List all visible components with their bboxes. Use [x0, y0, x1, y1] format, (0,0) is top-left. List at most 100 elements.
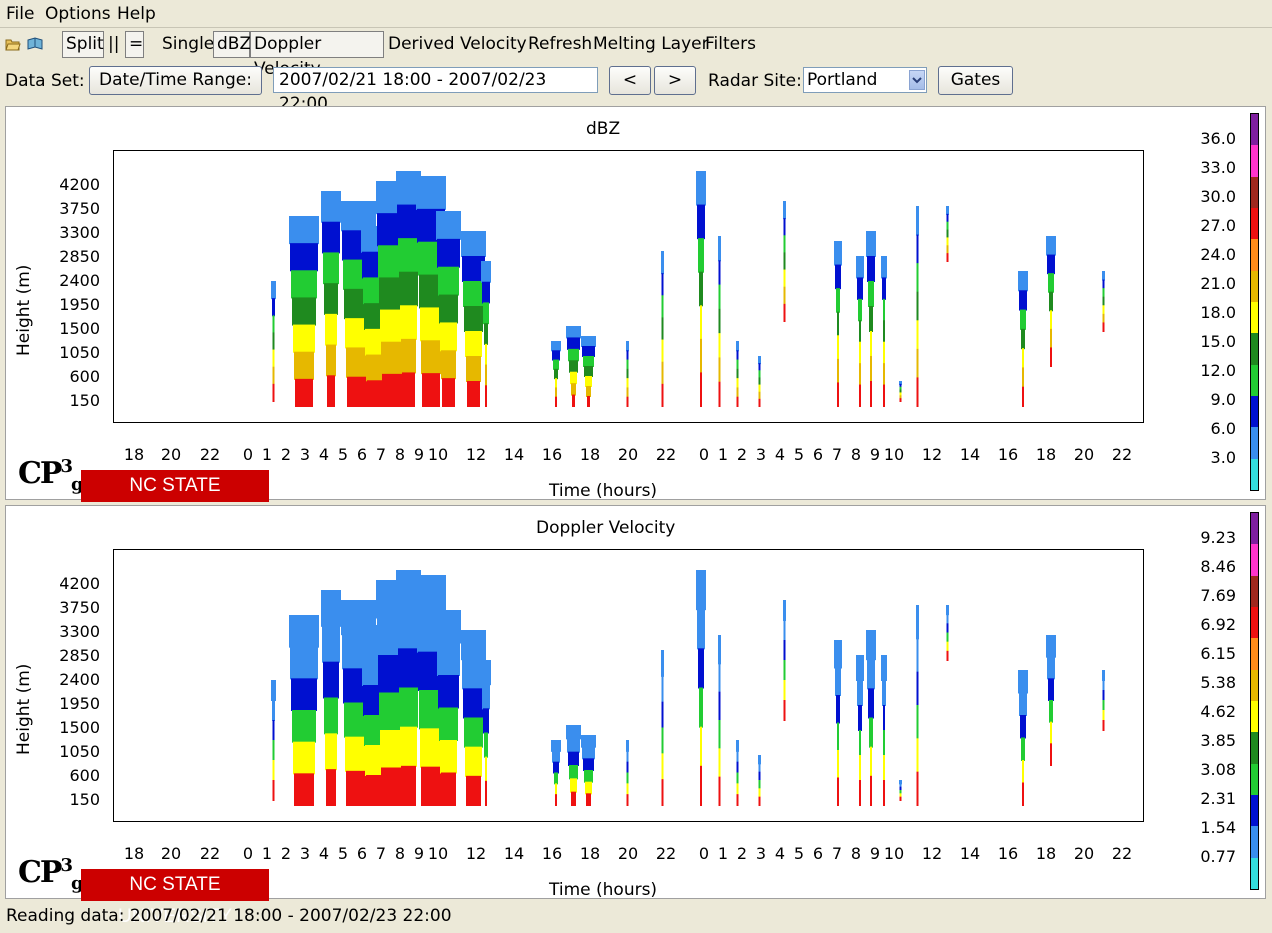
radar-return [422, 373, 440, 407]
radar-return [883, 341, 885, 365]
radar-return [1102, 670, 1105, 681]
vertical-split-button[interactable]: || [108, 34, 119, 54]
menu-help[interactable]: Help [117, 4, 156, 24]
radar-return [718, 748, 721, 778]
menu-file[interactable]: File [6, 4, 34, 24]
derived-velocity-button[interactable]: Derived Velocity [388, 34, 527, 54]
radar-return [325, 733, 337, 771]
radar-return [859, 341, 861, 365]
doppler-velocity-button[interactable]: Doppler Velocity [250, 31, 384, 79]
radar-return [859, 320, 861, 343]
legend-label: 0.77 [1200, 847, 1236, 866]
radar-return [272, 780, 275, 801]
radar-return [402, 372, 415, 407]
single-button[interactable]: Single [162, 34, 214, 54]
radar-return [436, 211, 461, 240]
radar-return [626, 794, 629, 806]
radar-return [571, 791, 576, 806]
colorbar-segment [1251, 857, 1258, 889]
horizontal-split-button[interactable]: = [125, 31, 144, 58]
open-folder-icon[interactable] [5, 36, 21, 52]
colorbar-segment [1251, 606, 1258, 639]
plot-area[interactable] [113, 150, 1144, 423]
chevron-down-icon[interactable] [909, 70, 925, 90]
x-tick-label: 22 [655, 445, 677, 464]
legend-label: 4.62 [1200, 702, 1236, 721]
menu-bar: File Options Help [0, 0, 1272, 27]
radar-return [572, 394, 575, 407]
radar-return [439, 707, 458, 741]
menu-options[interactable]: Options [45, 4, 111, 24]
gates-button[interactable]: Gates [938, 66, 1013, 95]
split-button[interactable]: Split [62, 31, 104, 58]
radar-return [324, 697, 338, 735]
cp3g-logo: CP3g [18, 855, 83, 894]
ncsu-logo: NC STATE UNIVERSITY [81, 470, 269, 528]
radar-return [483, 708, 489, 734]
radar-site-select[interactable]: Portland [803, 67, 927, 93]
datetime-range-field[interactable]: 2007/02/21 18:00 - 2007/02/23 22:00 [273, 67, 598, 114]
filters-button[interactable]: Filters [705, 34, 756, 54]
radar-return [481, 261, 491, 283]
radar-return [837, 382, 839, 407]
radar-return [870, 746, 872, 777]
radar-return [718, 720, 721, 750]
radar-return [916, 605, 919, 640]
radar-return [946, 213, 949, 223]
radar-return [736, 368, 739, 380]
colorbar [1250, 113, 1259, 491]
radar-return [272, 315, 275, 334]
radar-return [582, 746, 595, 760]
radar-return [661, 753, 664, 781]
next-button[interactable]: > [654, 66, 696, 95]
dbz-button[interactable]: dBZ [213, 31, 251, 58]
radar-return [566, 725, 581, 740]
radar-return [291, 270, 317, 299]
x-tick-label: 10 [427, 844, 449, 863]
radar-return [398, 238, 419, 273]
colorbar-segment [1251, 145, 1258, 177]
radar-return [1048, 678, 1054, 701]
radar-return [1022, 348, 1024, 369]
radar-return [567, 738, 580, 753]
y-tick-label: 1950 [59, 295, 100, 314]
radar-return [661, 273, 664, 297]
radar-return [290, 646, 318, 680]
radar-return [584, 770, 593, 783]
radar-return [568, 751, 579, 766]
melting-layer-button[interactable]: Melting Layer [593, 34, 709, 54]
radar-return [555, 378, 557, 389]
radar-return [916, 671, 919, 706]
radar-return [736, 378, 739, 389]
radar-return [382, 373, 405, 407]
legend-label: 33.0 [1200, 158, 1236, 177]
radar-return [883, 298, 885, 322]
previous-button[interactable]: < [609, 66, 651, 95]
radar-return [321, 191, 341, 223]
radar-return [291, 678, 317, 711]
x-tick-label: 20 [617, 445, 639, 464]
radar-return [272, 366, 275, 385]
datetime-range-button[interactable]: Date/Time Range: [89, 66, 262, 95]
plot-area[interactable] [113, 549, 1144, 822]
radar-return [1021, 737, 1025, 761]
y-tick-label: 3300 [59, 223, 100, 242]
x-tick-label: 16 [541, 844, 563, 863]
radar-return [1020, 309, 1026, 330]
y-tick-label: 2400 [59, 670, 100, 689]
open-book-icon[interactable] [27, 36, 43, 52]
radar-return [466, 356, 481, 382]
refresh-button[interactable]: Refresh [528, 34, 592, 54]
radar-return [570, 371, 577, 385]
radar-return [322, 221, 340, 254]
radar-return [783, 269, 786, 288]
radar-return [1022, 386, 1024, 407]
radar-return [718, 333, 721, 359]
radar-return [718, 260, 721, 286]
x-tick-label: 20 [1073, 844, 1095, 863]
radar-return [718, 308, 721, 335]
cp3g-logo: CP3g [18, 456, 83, 495]
x-tick-label: 14 [503, 445, 525, 464]
legend-label: 30.0 [1200, 187, 1236, 206]
radar-return [626, 761, 629, 774]
